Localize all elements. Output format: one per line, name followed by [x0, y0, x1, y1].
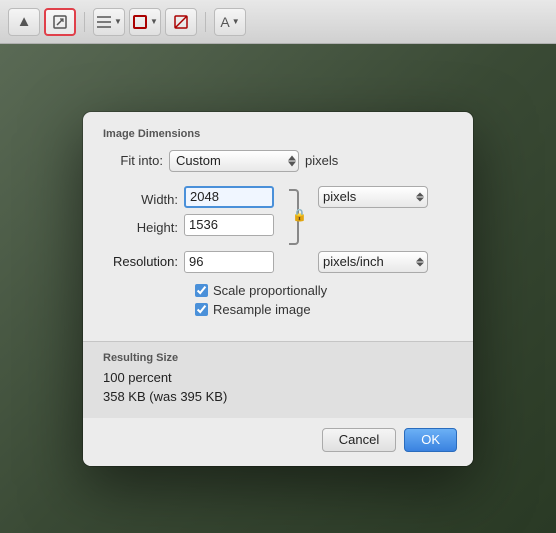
dialog-area: Image Dimensions Fit into: Custom Origin… — [0, 44, 556, 533]
resulting-size-header: Resulting Size — [103, 352, 453, 364]
height-label: Height: — [103, 217, 178, 239]
resolution-input[interactable] — [184, 251, 274, 273]
chain-col: 🔒 — [280, 186, 302, 241]
slash-icon — [173, 14, 189, 30]
menu-arrow: ▼ — [114, 17, 122, 26]
resample-row: Resample image — [195, 302, 453, 317]
fit-label: Fit into: — [103, 153, 163, 168]
cancel-button[interactable]: Cancel — [322, 428, 396, 452]
separator-2 — [205, 12, 206, 32]
chain-bracket: 🔒 — [283, 189, 299, 241]
separator-1 — [84, 12, 85, 32]
scale-proportionally-row: Scale proportionally — [195, 283, 453, 298]
lock-icon: 🔒 — [292, 208, 307, 222]
resolution-row: Resolution: pixels/inch pixels/cm — [103, 251, 453, 273]
scale-proportionally-checkbox[interactable] — [195, 284, 208, 297]
dimensions-fields: Width: Height: 🔒 pixels — [103, 186, 453, 241]
resulting-percent: 100 percent — [103, 370, 453, 385]
dialog-title: Image Dimensions — [103, 128, 453, 140]
width-input[interactable] — [184, 186, 274, 208]
border-icon — [132, 14, 148, 30]
dialog-body: Image Dimensions Fit into: Custom Origin… — [83, 112, 473, 333]
fit-into-row: Fit into: Custom Original Size 2048 × 20… — [103, 150, 453, 172]
menu-icon — [96, 14, 112, 30]
crop-icon: ▲ — [17, 13, 32, 30]
slash-button[interactable] — [165, 8, 197, 36]
height-input[interactable] — [184, 214, 274, 236]
resize-button[interactable] — [44, 8, 76, 36]
pixel-unit-select[interactable]: pixels percent inches cm mm — [318, 186, 428, 208]
resulting-size-section: Resulting Size 100 percent 358 KB (was 3… — [83, 341, 473, 418]
toolbar: ▲ ▼ ▼ A ▼ — [0, 0, 556, 44]
resolution-label: Resolution: — [103, 251, 178, 273]
menu-button[interactable]: ▼ — [93, 8, 125, 36]
fit-select[interactable]: Custom Original Size 2048 × 2048 1024 × … — [169, 150, 299, 172]
dialog-footer: Cancel OK — [83, 418, 473, 466]
resulting-size: 358 KB (was 395 KB) — [103, 389, 453, 404]
pixel-unit-wrapper: pixels percent inches cm mm — [318, 186, 428, 208]
fit-select-wrapper: Custom Original Size 2048 × 2048 1024 × … — [169, 150, 299, 172]
text-icon: A — [220, 14, 229, 30]
width-label: Width: — [103, 189, 178, 211]
resample-checkbox[interactable] — [195, 303, 208, 316]
image-dimensions-dialog: Image Dimensions Fit into: Custom Origin… — [83, 112, 473, 466]
resize-icon — [52, 14, 68, 30]
border-button[interactable]: ▼ — [129, 8, 161, 36]
ok-button[interactable]: OK — [404, 428, 457, 452]
right-units: pixels percent inches cm mm — [318, 186, 428, 208]
fit-unit-label: pixels — [305, 153, 338, 168]
text-button[interactable]: A ▼ — [214, 8, 246, 36]
field-labels: Width: Height: — [103, 186, 178, 239]
crop-button[interactable]: ▲ — [8, 8, 40, 36]
field-inputs — [184, 186, 274, 236]
resample-label: Resample image — [213, 302, 311, 317]
scale-proportionally-label: Scale proportionally — [213, 283, 327, 298]
resolution-unit-wrapper: pixels/inch pixels/cm — [318, 251, 428, 273]
resolution-unit-select[interactable]: pixels/inch pixels/cm — [318, 251, 428, 273]
